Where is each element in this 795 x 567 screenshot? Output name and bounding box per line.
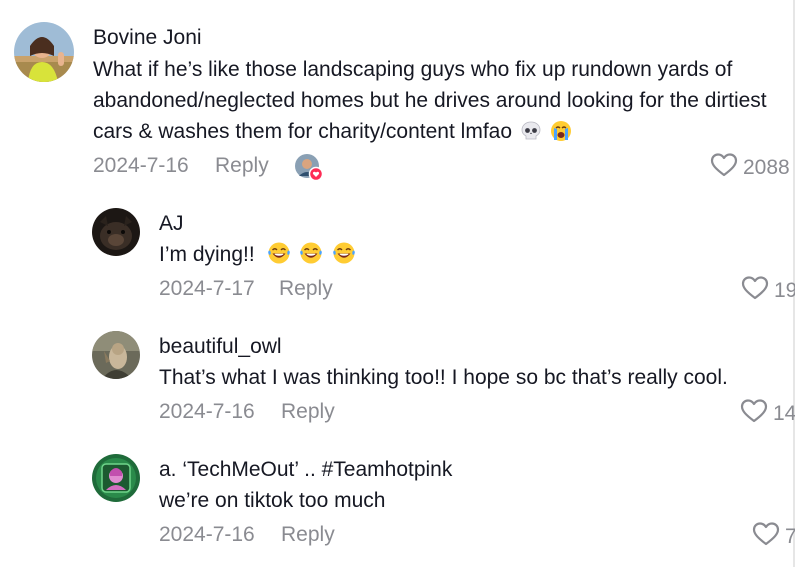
creator-liked-avatar bbox=[295, 154, 323, 182]
avatar[interactable] bbox=[14, 22, 74, 82]
comment-username[interactable]: a. ‘TechMeOut’ .. #Teamhotpink bbox=[159, 458, 452, 482]
like-button[interactable]: 19 bbox=[741, 275, 795, 306]
reply-button[interactable]: Reply bbox=[279, 277, 333, 301]
comment-text: That’s what I was thinking too!! I hope … bbox=[159, 362, 779, 393]
comment-date: 2024-7-16 bbox=[93, 154, 189, 177]
avatar[interactable] bbox=[92, 208, 140, 256]
comment-text-body: That’s what I was thinking too!! I hope … bbox=[159, 366, 728, 389]
like-button[interactable]: 14 bbox=[740, 398, 795, 429]
comment-date: 2024-7-16 bbox=[159, 400, 255, 423]
comment-text-body: What if he’s like those landscaping guys… bbox=[93, 58, 767, 143]
skull-emoji bbox=[520, 120, 542, 151]
reply-button[interactable]: Reply bbox=[281, 523, 335, 547]
comment-username[interactable]: beautiful_owl bbox=[159, 335, 282, 359]
like-count: 14 bbox=[773, 401, 795, 425]
heart-icon bbox=[752, 521, 780, 552]
comment-date: 2024-7-17 bbox=[159, 277, 255, 300]
comment-text-body: I’m dying!! bbox=[159, 243, 255, 266]
laughing-emoji bbox=[299, 241, 323, 274]
like-count: 7 bbox=[785, 524, 795, 548]
like-count: 2088 bbox=[743, 155, 790, 179]
heart-icon bbox=[710, 152, 738, 183]
loudly-crying-emoji bbox=[550, 120, 572, 151]
avatar[interactable] bbox=[92, 331, 140, 379]
laughing-emoji bbox=[267, 241, 291, 274]
comment-text-body: we’re on tiktok too much bbox=[159, 489, 386, 512]
comment-text: we’re on tiktok too much bbox=[159, 485, 759, 516]
like-button[interactable]: 2088 bbox=[710, 152, 790, 183]
reply-button[interactable]: Reply bbox=[281, 400, 335, 424]
comment-username[interactable]: Bovine Joni bbox=[93, 26, 202, 50]
comment-username[interactable]: AJ bbox=[159, 212, 184, 236]
heart-icon bbox=[741, 275, 769, 306]
like-button[interactable]: 7 bbox=[752, 521, 795, 552]
like-count: 19 bbox=[774, 278, 795, 302]
avatar[interactable] bbox=[92, 454, 140, 502]
comment-text: I’m dying!! bbox=[159, 239, 759, 274]
laughing-emoji bbox=[332, 241, 356, 274]
comment-text: What if he’s like those landscaping guys… bbox=[93, 54, 783, 151]
comment-date: 2024-7-16 bbox=[159, 523, 255, 546]
heart-icon bbox=[740, 398, 768, 429]
reply-button[interactable]: Reply bbox=[215, 154, 269, 178]
